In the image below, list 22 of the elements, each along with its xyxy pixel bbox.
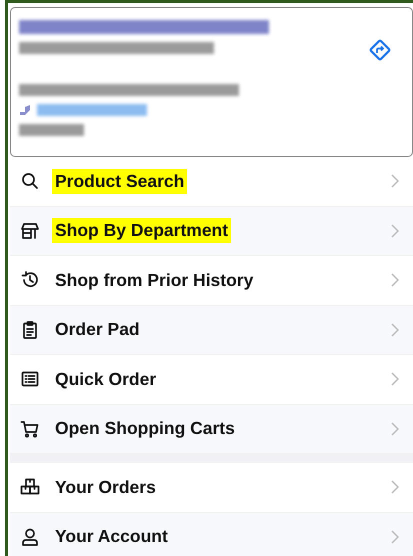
chevron-icon: [391, 322, 399, 337]
chevron-icon: [391, 530, 399, 544]
directions-icon[interactable]: [368, 38, 392, 62]
redacted-text: [19, 124, 84, 136]
chevron-icon: [391, 174, 399, 188]
cart-icon: [20, 418, 40, 439]
list-icon: [20, 369, 40, 390]
search-icon: [20, 171, 40, 192]
chevron-icon: [391, 422, 399, 436]
chevron-icon: [391, 480, 399, 494]
clipboard-icon: [20, 320, 40, 340]
phone-icon: [19, 104, 31, 116]
boxes-icon: [20, 477, 40, 498]
chevron-icon: [391, 224, 399, 238]
menu-item[interactable]: Shop By Department: [10, 206, 413, 256]
chevron-icon: [391, 273, 399, 288]
menu-item[interactable]: Order Pad: [10, 306, 413, 355]
person-icon: [20, 526, 40, 547]
menu-item[interactable]: Your Account: [10, 512, 413, 556]
chevron-icon: [391, 372, 399, 386]
menu-item[interactable]: Open Shopping Carts: [10, 404, 413, 454]
store-icon: [20, 220, 40, 241]
